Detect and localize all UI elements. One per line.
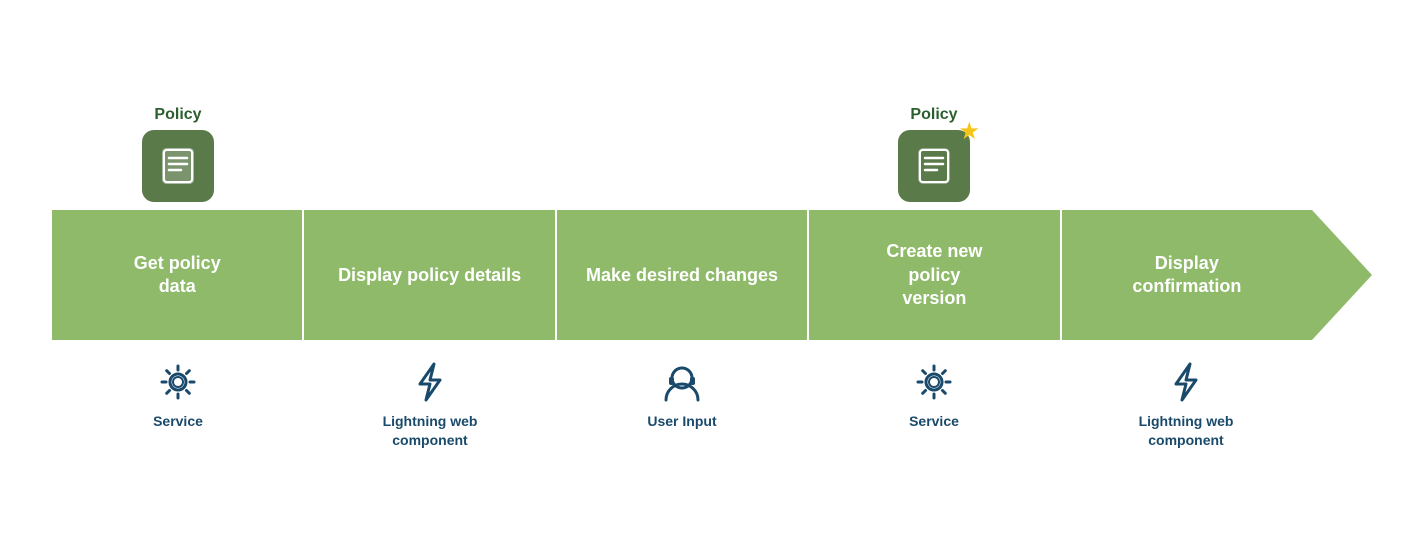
- bottom-icon-cell-5: Lightning webcomponent: [1060, 348, 1312, 448]
- tip-spacer-bottom: [1312, 348, 1372, 448]
- user-icon: [658, 358, 706, 406]
- segment-make-changes: Make desired changes: [557, 210, 807, 340]
- bottom-icon-cell-3: User Input: [556, 348, 808, 448]
- bottom-icon-cell-1: Service: [52, 348, 304, 448]
- policy-label-1: Policy: [154, 106, 201, 124]
- top-icon-cell-4: Policy ★: [808, 106, 1060, 210]
- top-icons-row: Policy Policy: [52, 106, 1372, 210]
- arrow-tip: [1312, 210, 1372, 340]
- segment-label-display-confirm: Displayconfirmation: [1132, 252, 1241, 299]
- policy-label-4: Policy: [910, 106, 957, 124]
- policy-icon-wrapper-1: Policy: [142, 106, 214, 202]
- arrow-inner: Get policydata Display policy details Ma…: [52, 210, 1312, 340]
- arrow-band: Get policydata Display policy details Ma…: [52, 210, 1372, 340]
- bottom-label-4: Service: [909, 412, 959, 430]
- segment-label-create-version: Create newpolicyversion: [886, 240, 982, 310]
- policy-document-icon-4: [912, 144, 956, 188]
- bottom-icon-cell-2: Lightning webcomponent: [304, 348, 556, 448]
- segment-get-policy: Get policydata: [52, 210, 302, 340]
- segment-display-policy: Display policy details: [304, 210, 554, 340]
- segment-label-make-changes: Make desired changes: [586, 264, 778, 287]
- bottom-icons-row: Service Lightning webcomponent User Inpu…: [52, 348, 1372, 448]
- policy-icon-box-4: ★: [898, 130, 970, 202]
- gear-icon-2: [910, 358, 958, 406]
- segment-label-display-policy: Display policy details: [338, 264, 521, 287]
- bottom-icon-cell-4: Service: [808, 348, 1060, 448]
- gear-icon-1: [154, 358, 202, 406]
- top-icon-cell-3: [556, 106, 808, 210]
- segment-display-confirm: Displayconfirmation: [1062, 210, 1312, 340]
- top-icon-cell-1: Policy: [52, 106, 304, 210]
- bottom-label-1: Service: [153, 412, 203, 430]
- policy-document-icon-1: [156, 144, 200, 188]
- policy-icon-box-1: [142, 130, 214, 202]
- bottom-label-5: Lightning webcomponent: [1139, 412, 1234, 448]
- star-badge: ★: [958, 120, 980, 144]
- lightning-icon-2: [1162, 358, 1210, 406]
- segment-label-get-policy: Get policydata: [134, 252, 221, 299]
- lightning-icon-1: [406, 358, 454, 406]
- top-icon-cell-2: [304, 106, 556, 210]
- bottom-label-3: User Input: [647, 412, 716, 430]
- top-icon-cell-5: [1060, 106, 1312, 210]
- tip-spacer-top: [1312, 106, 1372, 210]
- segment-create-version: Create newpolicyversion: [809, 210, 1059, 340]
- diagram-container: Policy Policy: [22, 86, 1402, 468]
- policy-icon-wrapper-4: Policy ★: [898, 106, 970, 202]
- bottom-label-2: Lightning webcomponent: [383, 412, 478, 448]
